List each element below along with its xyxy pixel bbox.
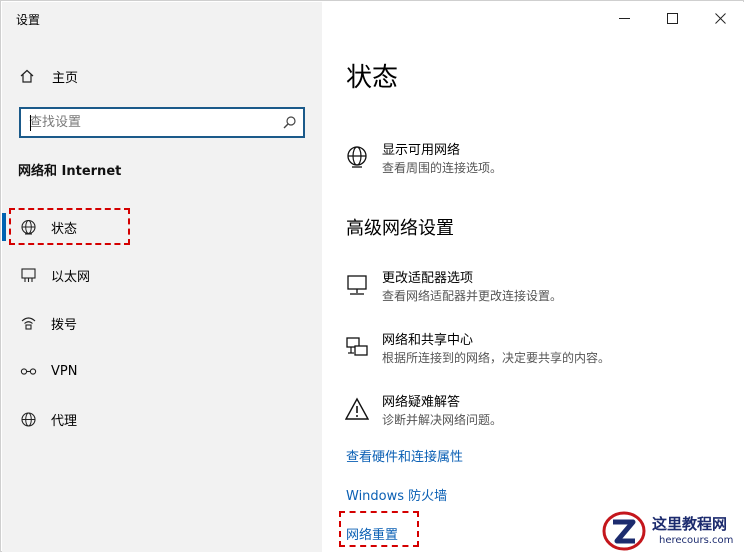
proxy-globe-icon <box>19 410 37 428</box>
active-indicator <box>2 213 6 241</box>
watermark-name: 这里教程网 <box>652 515 728 533</box>
sidebar-item-label: 代理 <box>51 413 78 429</box>
advanced-settings-heading: 高级网络设置 <box>346 218 454 239</box>
firewall-link[interactable]: Windows 防火墙 <box>346 485 447 504</box>
search-input[interactable] <box>21 109 275 136</box>
sidebar-item-label: 状态 <box>51 221 78 237</box>
sidebar-item-label: 拨号 <box>51 317 78 333</box>
warning-icon <box>344 396 370 422</box>
window-controls <box>600 2 744 34</box>
sidebar-item-vpn[interactable]: VPN <box>2 353 322 389</box>
globe-icon <box>344 144 370 170</box>
dialup-icon <box>19 314 37 332</box>
sidebar-item-dialup[interactable]: 拨号 <box>2 305 322 341</box>
app-title: 设置 <box>16 13 41 27</box>
adapter-options-item[interactable]: 更改适配器选项 查看网络适配器并更改连接设置。 <box>344 270 562 305</box>
vpn-icon <box>19 362 37 380</box>
sidebar-item-proxy[interactable]: 代理 <box>2 401 322 437</box>
item-description: 根据所连接到的网络，决定要共享的内容。 <box>382 351 611 365</box>
home-icon <box>18 67 36 85</box>
minimize-button[interactable] <box>600 2 648 34</box>
network-reset-link[interactable]: 网络重置 <box>346 524 398 543</box>
sidebar-item-label: 以太网 <box>51 269 91 285</box>
show-networks-item[interactable]: 显示可用网络 查看周围的连接选项。 <box>344 142 502 177</box>
sidebar-item-label: VPN <box>51 363 78 379</box>
item-description: 查看周围的连接选项。 <box>382 161 503 175</box>
sharing-center-item[interactable]: 网络和共享中心 根据所连接到的网络，决定要共享的内容。 <box>344 332 610 367</box>
ethernet-icon <box>19 266 37 284</box>
item-title: 网络疑难解答 <box>382 395 461 410</box>
item-title: 显示可用网络 <box>382 143 461 158</box>
item-description: 查看网络适配器并更改连接设置。 <box>382 289 563 303</box>
sidebar-item-label: 主页 <box>52 70 79 86</box>
minimize-icon <box>618 17 630 19</box>
globe-icon <box>19 218 37 236</box>
search-box[interactable] <box>19 107 305 138</box>
maximize-button[interactable] <box>648 2 696 34</box>
adapter-icon <box>344 272 370 298</box>
settings-window: 设置 主页 网络和 Internet 状态 以太网 <box>0 0 744 552</box>
section-label: 网络和 Internet <box>18 164 122 179</box>
hardware-properties-link[interactable]: 查看硬件和连接属性 <box>346 446 463 465</box>
item-title: 更改适配器选项 <box>382 271 474 286</box>
sidebar: 设置 主页 网络和 Internet 状态 以太网 <box>2 2 322 552</box>
watermark-url: herecours.com <box>659 535 734 546</box>
sidebar-item-status[interactable]: 状态 <box>2 209 322 245</box>
sidebar-item-home[interactable]: 主页 <box>18 65 78 87</box>
close-button[interactable] <box>696 2 744 34</box>
sidebar-item-ethernet[interactable]: 以太网 <box>2 257 322 293</box>
maximize-icon <box>666 12 678 24</box>
troubleshoot-item[interactable]: 网络疑难解答 诊断并解决网络问题。 <box>344 394 502 429</box>
item-title: 网络和共享中心 <box>382 333 474 348</box>
search-icon[interactable] <box>275 115 303 130</box>
close-icon <box>714 12 726 24</box>
text-caret <box>30 115 31 131</box>
page-title: 状态 <box>346 63 399 93</box>
main-panel: 状态 显示可用网络 查看周围的连接选项。 高级网络设置 更改适配器选项 查看网络… <box>322 2 744 552</box>
item-description: 诊断并解决网络问题。 <box>382 413 503 427</box>
sharing-center-icon <box>344 334 370 360</box>
